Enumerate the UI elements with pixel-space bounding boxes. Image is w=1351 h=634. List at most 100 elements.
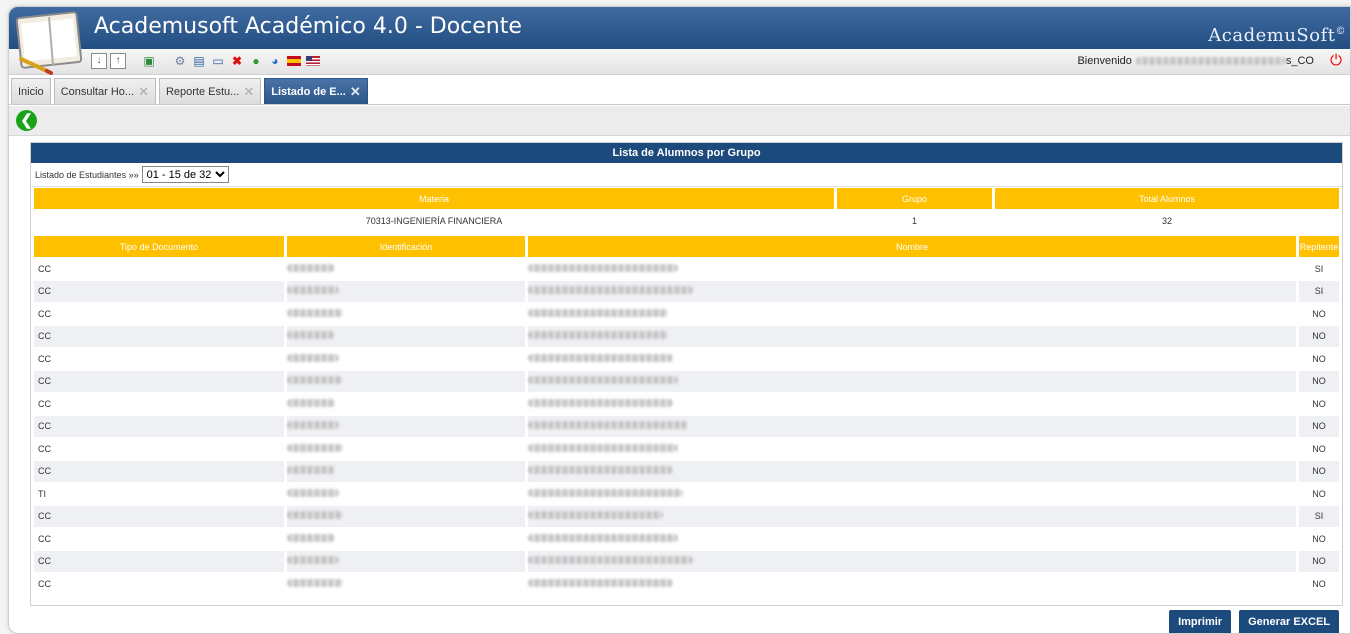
- close-tab-icon[interactable]: ✕: [138, 84, 149, 100]
- table-row: CC NO: [34, 460, 1339, 482]
- row-tipo-documento: TI: [38, 488, 46, 499]
- row-tipo-documento: CC: [34, 280, 284, 302]
- header-total-alumnos: Total Alumnos: [995, 188, 1339, 209]
- header-grupo: Grupo: [837, 188, 992, 209]
- page-range-select[interactable]: 01 - 15 de 32: [141, 166, 229, 183]
- spain-flag-icon[interactable]: [286, 53, 302, 69]
- row-nombre: [528, 573, 1296, 595]
- table-row: CC NO: [34, 573, 1339, 595]
- row-identificacion: [287, 483, 525, 505]
- table-row: CC NO: [34, 528, 1339, 550]
- tab-inicio[interactable]: Inicio: [11, 78, 51, 104]
- row-identificacion: [287, 528, 525, 550]
- course-total: 32: [1161, 216, 1172, 226]
- tab-consultar-horario[interactable]: Consultar Ho... ✕: [53, 78, 156, 104]
- row-repitente: NO: [1299, 415, 1339, 437]
- identificacion-redacted: [287, 308, 343, 317]
- row-nombre: [528, 415, 1296, 437]
- close-tab-icon[interactable]: ✕: [350, 84, 361, 100]
- web-icon[interactable]: ◕: [267, 53, 283, 69]
- row-tipo-documento: CC: [38, 578, 51, 589]
- header-nombre: Nombre: [528, 236, 1296, 257]
- settings-icon[interactable]: ⚙: [172, 53, 188, 69]
- identificacion-redacted: [287, 263, 335, 272]
- username-redacted: [1135, 57, 1286, 65]
- row-nombre: [528, 370, 1296, 392]
- play-icon[interactable]: ▣: [141, 53, 157, 69]
- row-repitente: NO: [1312, 443, 1326, 454]
- identificacion-redacted: [287, 533, 335, 542]
- course-info-table: Materia Grupo Total Alumnos 70313-INGENI…: [31, 187, 1342, 233]
- row-identificacion: [287, 258, 525, 280]
- table-row: TI NO: [34, 483, 1339, 505]
- header-identificacion: Identificación: [287, 236, 525, 257]
- identificacion-redacted: [287, 353, 339, 362]
- identificacion-redacted: [287, 331, 335, 340]
- row-identificacion: [287, 348, 525, 370]
- globe-icon[interactable]: ●: [248, 53, 264, 69]
- nombre-redacted: [528, 578, 673, 587]
- delete-icon[interactable]: ✖: [229, 53, 245, 69]
- toolbar: ↓ ↑ ▣ ⚙ ▤ ▭ ✖ ● ◕ Bienvenido s_CO ⏻: [9, 49, 1350, 75]
- table-row: CC SI: [34, 280, 1339, 302]
- pager-label: Listado de Estudiantes »»: [35, 169, 139, 180]
- close-tab-icon[interactable]: ✕: [243, 84, 254, 100]
- course-grupo: 1: [911, 216, 917, 226]
- row-nombre: [528, 280, 1296, 302]
- table-row: CC NO: [34, 550, 1339, 572]
- row-nombre: [528, 505, 1296, 527]
- row-repitente: NO: [1312, 353, 1326, 364]
- row-identificacion: [287, 438, 525, 460]
- row-repitente: NO: [1299, 370, 1339, 392]
- row-nombre: [528, 438, 1296, 460]
- row-nombre: [528, 348, 1296, 370]
- row-nombre: [528, 460, 1296, 482]
- table-row: CC SI: [34, 258, 1339, 280]
- nombre-redacted: [528, 533, 678, 542]
- row-identificacion: [287, 303, 525, 325]
- nombre-redacted: [528, 443, 678, 452]
- action-subbar: ❮: [9, 106, 1350, 136]
- students-table: Tipo de Documento Identificación Nombre …: [31, 235, 1342, 596]
- app-title: Academusoft Académico 4.0 - Docente: [94, 14, 522, 39]
- generate-excel-button[interactable]: Generar EXCEL: [1239, 610, 1339, 633]
- row-tipo-documento: CC: [34, 325, 284, 347]
- logout-power-icon[interactable]: ⏻: [1328, 53, 1344, 69]
- row-repitente: NO: [1312, 578, 1326, 589]
- row-repitente: NO: [1312, 308, 1326, 319]
- row-tipo-documento: CC: [34, 505, 284, 527]
- table-row: CC NO: [34, 393, 1339, 415]
- identificacion-redacted: [287, 578, 343, 587]
- identificacion-redacted: [287, 556, 339, 565]
- table-row: CC NO: [34, 348, 1339, 370]
- identificacion-redacted: [287, 398, 335, 407]
- upload-icon[interactable]: ↑: [110, 53, 126, 69]
- row-repitente: SI: [1299, 280, 1339, 302]
- row-repitente: NO: [1299, 550, 1339, 572]
- identificacion-redacted: [287, 466, 335, 475]
- tab-listado-estudiantes[interactable]: Listado de E... ✕: [264, 78, 368, 104]
- identificacion-redacted: [287, 443, 343, 452]
- download-icon[interactable]: ↓: [91, 53, 107, 69]
- row-nombre: [528, 393, 1296, 415]
- row-identificacion: [287, 505, 525, 527]
- row-repitente: NO: [1299, 460, 1339, 482]
- nombre-redacted: [528, 556, 693, 565]
- print-button[interactable]: Imprimir: [1169, 610, 1232, 633]
- row-identificacion: [287, 370, 525, 392]
- row-identificacion: [287, 393, 525, 415]
- back-arrow-icon[interactable]: ❮: [16, 110, 37, 131]
- row-tipo-documento: CC: [38, 398, 51, 409]
- row-tipo-documento: CC: [38, 353, 51, 364]
- identificacion-redacted: [287, 376, 343, 385]
- row-tipo-documento: CC: [38, 263, 51, 274]
- nombre-redacted: [528, 331, 668, 340]
- nombre-redacted: [528, 308, 668, 317]
- window-icon[interactable]: ▭: [210, 53, 226, 69]
- row-identificacion: [287, 415, 525, 437]
- usa-flag-icon[interactable]: [305, 53, 321, 69]
- table-row: CC NO: [34, 438, 1339, 460]
- tab-reporte-estudiantes[interactable]: Reporte Estu... ✕: [158, 78, 262, 104]
- row-nombre: [528, 528, 1296, 550]
- monitor-icon[interactable]: ▤: [191, 53, 207, 69]
